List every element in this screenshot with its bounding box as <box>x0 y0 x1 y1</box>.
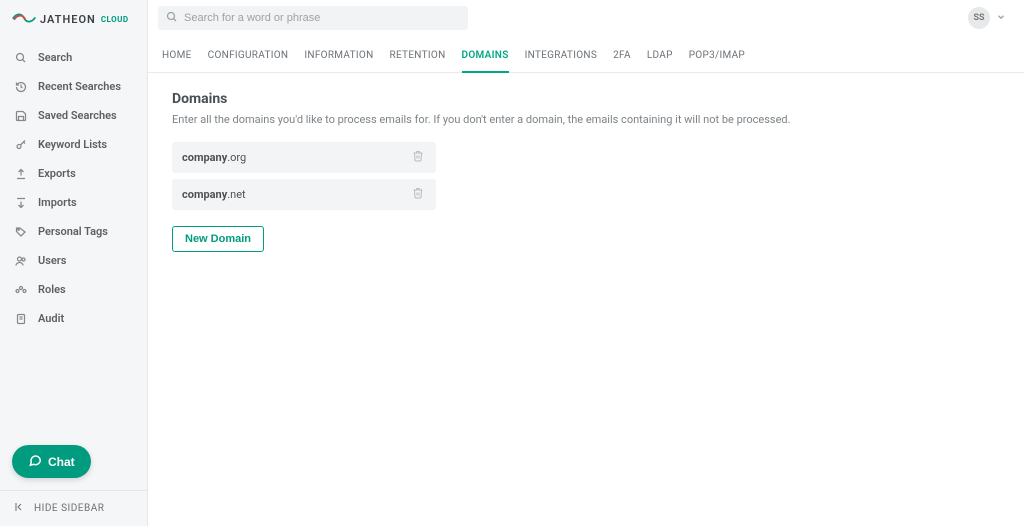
tab-information[interactable]: INFORMATION <box>304 44 373 72</box>
avatar: SS <box>968 7 990 29</box>
sidebar: JATHEON CLOUD Search Recent Searches Sav… <box>0 0 148 526</box>
sidebar-item-label: Search <box>38 51 72 64</box>
chat-icon <box>28 453 42 470</box>
chevron-down-icon <box>996 11 1006 25</box>
tag-icon <box>14 226 28 238</box>
brand-logo: JATHEON CLOUD <box>0 0 147 43</box>
tab-ldap[interactable]: LDAP <box>647 44 673 72</box>
sidebar-item-search[interactable]: Search <box>0 43 147 72</box>
users-icon <box>14 255 28 267</box>
tab-home[interactable]: HOME <box>162 44 192 72</box>
sidebar-item-roles[interactable]: Roles <box>0 275 147 304</box>
global-search[interactable] <box>158 6 468 30</box>
collapse-icon <box>14 501 26 516</box>
sidebar-item-label: Audit <box>38 312 64 325</box>
search-icon <box>166 11 178 26</box>
sidebar-nav: Search Recent Searches Saved Searches Ke… <box>0 43 147 333</box>
sidebar-item-users[interactable]: Users <box>0 246 147 275</box>
sidebar-item-label: Imports <box>38 196 77 209</box>
delete-domain-button[interactable] <box>410 185 426 204</box>
domain-name: company.net <box>182 188 410 201</box>
sidebar-item-recent[interactable]: Recent Searches <box>0 72 147 101</box>
domain-name: company.org <box>182 151 410 164</box>
roles-icon <box>14 284 28 296</box>
sidebar-item-label: Roles <box>38 283 66 296</box>
tab-2fa[interactable]: 2FA <box>613 44 631 72</box>
sidebar-item-exports[interactable]: Exports <box>0 159 147 188</box>
sidebar-item-label: Keyword Lists <box>38 138 107 151</box>
sidebar-item-label: Personal Tags <box>38 225 108 238</box>
tab-pop3imap[interactable]: POP3/IMAP <box>689 44 745 72</box>
tab-retention[interactable]: RETENTION <box>390 44 446 72</box>
domain-row: company.net <box>172 179 436 210</box>
download-icon <box>14 197 28 209</box>
trash-icon <box>412 150 424 165</box>
domain-bold: company <box>182 188 227 201</box>
domain-rest: .org <box>227 151 246 164</box>
hide-sidebar-button[interactable]: HIDE SIDEBAR <box>0 490 147 526</box>
page-title: Domains <box>172 91 1000 107</box>
brand-suffix: CLOUD <box>101 15 129 24</box>
sidebar-item-imports[interactable]: Imports <box>0 188 147 217</box>
upload-icon <box>14 168 28 180</box>
chat-label: Chat <box>48 455 75 469</box>
domain-rest: .net <box>227 188 245 201</box>
sidebar-item-audit[interactable]: Audit <box>0 304 147 333</box>
domain-bold: company <box>182 151 227 164</box>
trash-icon <box>412 187 424 202</box>
tab-integrations[interactable]: INTEGRATIONS <box>525 44 597 72</box>
logo-icon <box>12 10 36 29</box>
page-description: Enter all the domains you'd like to proc… <box>172 113 1000 126</box>
chat-button[interactable]: Chat <box>12 445 91 478</box>
sidebar-item-tags[interactable]: Personal Tags <box>0 217 147 246</box>
hide-sidebar-label: HIDE SIDEBAR <box>34 503 104 514</box>
sidebar-item-label: Exports <box>38 167 76 180</box>
main-area: SS HOME CONFIGURATION INFORMATION RETENT… <box>148 0 1024 526</box>
domain-row: company.org <box>172 142 436 173</box>
audit-icon <box>14 313 28 325</box>
delete-domain-button[interactable] <box>410 148 426 167</box>
tab-configuration[interactable]: CONFIGURATION <box>208 44 289 72</box>
history-icon <box>14 81 28 93</box>
new-domain-button[interactable]: New Domain <box>172 226 264 252</box>
sidebar-item-keywords[interactable]: Keyword Lists <box>0 130 147 159</box>
tab-domains[interactable]: DOMAINS <box>462 44 509 73</box>
search-input[interactable] <box>184 12 460 24</box>
tabs: HOME CONFIGURATION INFORMATION RETENTION… <box>148 34 1024 73</box>
save-icon <box>14 110 28 122</box>
key-icon <box>14 139 28 151</box>
sidebar-item-label: Recent Searches <box>38 80 121 93</box>
topbar: SS <box>148 0 1024 34</box>
brand-name: JATHEON <box>40 13 96 26</box>
sidebar-item-label: Users <box>38 254 66 267</box>
search-icon <box>14 52 28 64</box>
user-menu[interactable]: SS <box>968 7 1006 29</box>
sidebar-item-label: Saved Searches <box>38 109 117 122</box>
content: Domains Enter all the domains you'd like… <box>148 73 1024 270</box>
sidebar-item-saved[interactable]: Saved Searches <box>0 101 147 130</box>
